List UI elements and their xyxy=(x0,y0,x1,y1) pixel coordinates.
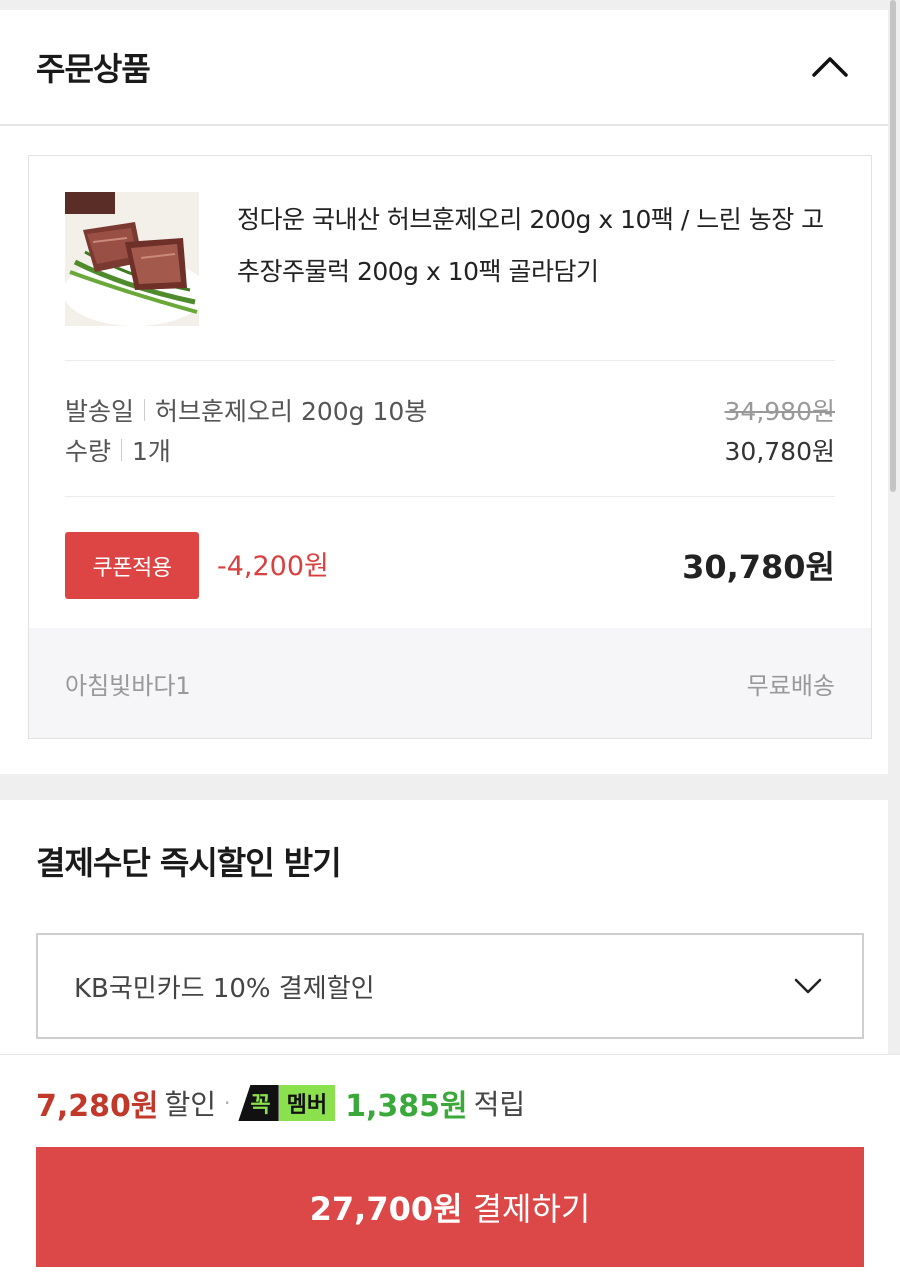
scrollbar[interactable] xyxy=(890,0,896,492)
reward-points: 1,385원 xyxy=(345,1089,468,1124)
checkout-bar: 7,280원 할인 · 꼭 멤버 1,385원 적립 27,700원 결제하기 xyxy=(0,1054,900,1284)
payment-method-select[interactable]: KB국민카드 10% 결제할인 xyxy=(36,933,864,1039)
total-discount: 7,280원 xyxy=(36,1089,159,1124)
divider xyxy=(65,360,835,361)
pay-label: 결제하기 xyxy=(472,1190,591,1228)
option-row: 발송일 허브훈제오리 200g 10봉 34,980원 xyxy=(65,392,835,428)
order-items-title: 주문상품 xyxy=(36,50,151,88)
pay-button[interactable]: 27,700원 결제하기 xyxy=(36,1147,864,1267)
dot-separator: · xyxy=(224,1091,231,1115)
member-badge-right: 멤버 xyxy=(278,1085,336,1121)
member-badge: 꼭 멤버 xyxy=(238,1085,336,1121)
seller-name: 아침빛바다1 xyxy=(65,671,191,700)
payment-discount-title: 결제수단 즉시할인 받기 xyxy=(36,844,342,882)
quantity-value: 1개 xyxy=(132,437,171,466)
seller-footer: 아침빛바다1 무료배송 xyxy=(29,628,871,738)
payment-discount-section: 결제수단 즉시할인 받기 KB국민카드 10% 결제할인 xyxy=(0,800,888,1060)
product-name[interactable]: 정다운 국내산 허브훈제오리 200g x 10팩 / 느린 농장 고추장주물럭… xyxy=(237,194,837,298)
member-badge-left: 꼭 xyxy=(238,1085,279,1121)
separator xyxy=(144,399,146,421)
apply-coupon-button[interactable]: 쿠폰적용 xyxy=(65,532,199,599)
order-items-section: 주문상품 정다운 국내산 허브훈제오리 200g x 10팩 / 느린 농장 고 xyxy=(0,10,888,774)
quantity-row: 수량 1개 30,780원 xyxy=(65,432,835,468)
final-price: 30,780원 xyxy=(682,548,835,586)
option-label: 발송일 xyxy=(65,397,135,426)
chevron-up-icon[interactable] xyxy=(808,45,852,89)
pay-amount: 27,700원 xyxy=(309,1190,463,1228)
benefit-summary: 7,280원 할인 · 꼭 멤버 1,385원 적립 xyxy=(36,1081,525,1125)
quantity-label: 수량 xyxy=(65,437,112,466)
points-label: 적립 xyxy=(473,1088,526,1121)
order-items-header[interactable]: 주문상품 xyxy=(0,10,888,126)
product-card: 정다운 국내산 허브훈제오리 200g x 10팩 / 느린 농장 고추장주물럭… xyxy=(28,155,872,739)
product-thumbnail[interactable] xyxy=(65,192,199,326)
discount-label: 할인 xyxy=(164,1088,217,1121)
option-value: 허브훈제오리 200g 10봉 xyxy=(155,397,428,426)
sale-price: 30,780원 xyxy=(724,437,835,466)
chevron-down-icon xyxy=(794,978,822,994)
payment-method-value: KB국민카드 10% 결제할인 xyxy=(74,973,375,1004)
divider xyxy=(65,496,835,497)
original-price: 34,980원 xyxy=(724,397,835,426)
shipping-info: 무료배송 xyxy=(746,671,835,700)
separator xyxy=(121,439,123,461)
coupon-discount: -4,200원 xyxy=(217,551,329,582)
